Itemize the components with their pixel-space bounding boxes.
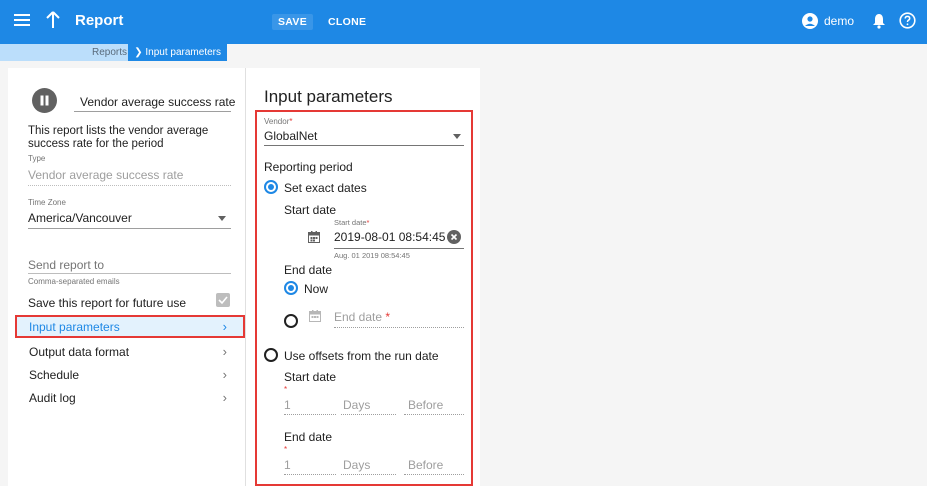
chevron-down-icon[interactable]	[453, 134, 461, 139]
offset-end-unit[interactable]: Days	[343, 458, 370, 472]
nav-label: Output data format	[29, 345, 130, 359]
check-icon	[218, 296, 228, 305]
offset-start-amount[interactable]: 1	[284, 398, 291, 412]
input-parameters-panel: Input parameters Vendor* GlobalNet Repor…	[245, 68, 480, 486]
chevron-right-icon: ›	[222, 367, 227, 382]
menu-icon[interactable]	[14, 13, 30, 27]
save-future-label: Save this report for future use	[28, 296, 187, 310]
nav-output-data-format[interactable]: Output data format ›	[15, 340, 245, 363]
offset-end-heading: End date	[284, 430, 333, 444]
report-name[interactable]: Vendor average success rate	[80, 95, 235, 109]
end-date-heading: End date	[284, 263, 333, 277]
offset-end-amount[interactable]: 1	[284, 458, 291, 472]
start-date-heading: Start date	[284, 203, 337, 217]
offset-start-direction[interactable]: Before	[408, 398, 443, 412]
required-mark: *	[284, 385, 288, 394]
help-icon[interactable]	[899, 12, 916, 29]
empty-content-area	[481, 44, 927, 486]
user-name: demo	[824, 14, 855, 28]
chevron-right-icon: ›	[222, 344, 227, 359]
breadcrumb-reports[interactable]: Reports	[92, 47, 127, 58]
send-report-hint: Comma-separated emails	[28, 277, 120, 286]
clear-icon[interactable]	[447, 230, 461, 244]
report-details-panel: Vendor average success rate This report …	[8, 68, 245, 486]
start-date-hint: Aug. 01 2019 08:54:45	[334, 251, 410, 260]
end-date-radio[interactable]	[284, 314, 298, 328]
save-button[interactable]: SAVE	[272, 14, 314, 30]
reporting-period-label: Reporting period	[264, 160, 353, 174]
end-date-input[interactable]: End date *	[334, 310, 390, 324]
breadcrumb: Reports ❯ Input parameters	[0, 44, 227, 61]
up-arrow-icon[interactable]	[46, 11, 60, 29]
vendor-label: Vendor*	[264, 117, 293, 126]
start-date-input[interactable]: 2019-08-01 08:54:45	[334, 230, 445, 244]
pause-icon[interactable]	[32, 88, 57, 113]
nav-label: Input parameters	[29, 320, 120, 334]
report-description-line2: success rate for the period	[28, 138, 164, 150]
timezone-select[interactable]: America/Vancouver	[28, 211, 132, 225]
vendor-select[interactable]: GlobalNet	[264, 129, 317, 143]
panel-title: Input parameters	[264, 87, 393, 106]
page-title: Report	[75, 12, 124, 29]
calendar-icon	[309, 310, 321, 322]
end-now-label: Now	[304, 282, 329, 296]
offset-start-unit[interactable]: Days	[343, 398, 370, 412]
offset-start-heading: Start date	[284, 370, 337, 384]
chevron-right-icon: ›	[222, 319, 227, 334]
timezone-label: Time Zone	[28, 198, 66, 207]
end-now-radio[interactable]	[284, 281, 298, 295]
nav-label: Audit log	[29, 391, 76, 405]
calendar-icon[interactable]	[308, 231, 320, 243]
use-offsets-radio[interactable]	[264, 348, 278, 362]
top-app-bar: Report SAVE CLONE demo	[0, 0, 927, 44]
account-icon	[802, 13, 818, 29]
start-date-field-label: Start date*	[334, 218, 370, 227]
breadcrumb-current: ❯ Input parameters	[128, 44, 227, 61]
type-label: Type	[28, 154, 46, 163]
report-description-line1: This report lists the vendor average	[28, 125, 209, 137]
nav-input-parameters[interactable]: Input parameters ›	[15, 315, 245, 338]
set-exact-dates-radio[interactable]	[264, 180, 278, 194]
use-offsets-label: Use offsets from the run date	[284, 349, 439, 363]
send-report-to-input[interactable]: Send report to	[28, 258, 104, 272]
required-mark: *	[284, 445, 288, 454]
offset-end-direction[interactable]: Before	[408, 458, 443, 472]
type-value: Vendor average success rate	[28, 168, 184, 182]
user-menu[interactable]: demo	[802, 13, 854, 29]
nav-schedule[interactable]: Schedule ›	[15, 363, 245, 386]
clone-button[interactable]: CLONE	[322, 14, 372, 30]
nav-label: Schedule	[29, 368, 80, 382]
chevron-right-icon: ›	[222, 390, 227, 405]
save-future-checkbox[interactable]	[216, 293, 230, 307]
nav-audit-log[interactable]: Audit log ›	[15, 386, 245, 409]
set-exact-dates-label: Set exact dates	[284, 181, 367, 195]
chevron-down-icon[interactable]	[218, 216, 226, 221]
notifications-icon[interactable]	[872, 13, 886, 29]
